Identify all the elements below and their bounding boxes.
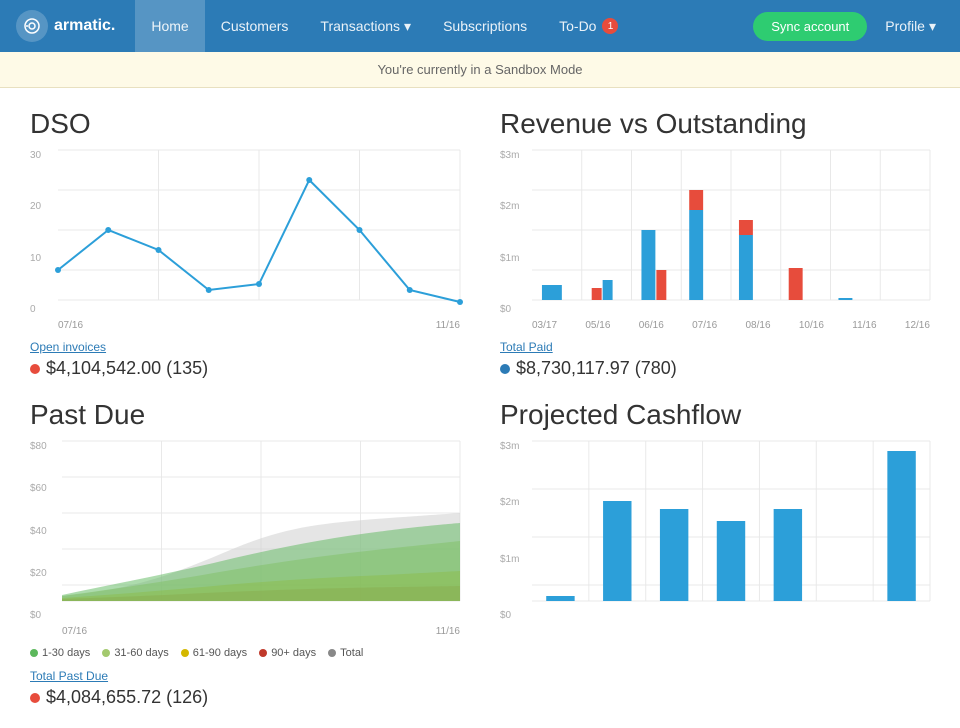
- legend-90plus: 90+ days: [259, 647, 316, 659]
- legend-dot-61-90: [181, 649, 189, 657]
- past-due-x-labels: 07/16 11/16: [62, 626, 460, 637]
- logo-icon: [16, 10, 48, 42]
- past-due-legend: 1-30 days 31-60 days 61-90 days 90+ days…: [30, 647, 460, 659]
- nav-subscriptions[interactable]: Subscriptions: [427, 0, 543, 52]
- legend-dot-1-30: [30, 649, 38, 657]
- revenue-chart: $3m $2m $1m $0: [500, 150, 930, 330]
- legend-61-90: 61-90 days: [181, 647, 247, 659]
- nav-todo[interactable]: To-Do 1: [543, 0, 634, 52]
- legend-dot-total: [328, 649, 336, 657]
- legend-dot-90plus: [259, 649, 267, 657]
- dashboard-grid: DSO 30 20 10 0: [30, 108, 930, 708]
- total-paid-value: $8,730,117.97 (780): [500, 358, 930, 379]
- nav-transactions[interactable]: Transactions ▾: [304, 0, 427, 52]
- cashflow-section: Projected Cashflow $3m $2m $1m $0: [500, 399, 930, 708]
- profile-menu[interactable]: Profile ▾: [877, 18, 944, 35]
- total-paid-dot: [500, 364, 510, 374]
- dso-y-labels: 30 20 10 0: [30, 150, 45, 330]
- past-due-title: Past Due: [30, 399, 460, 431]
- past-due-section: Past Due $80 $60 $40 $20 $0: [30, 399, 460, 708]
- past-due-svg: [62, 441, 460, 621]
- nav-home[interactable]: Home: [135, 0, 204, 52]
- revenue-x-labels: 03/17 05/16 06/16 07/16 08/16 10/16 11/1…: [532, 320, 930, 331]
- legend-total: Total: [328, 647, 363, 659]
- todo-badge: 1: [602, 18, 618, 34]
- total-paid-label[interactable]: Total Paid: [500, 340, 930, 354]
- main-content: DSO 30 20 10 0: [0, 88, 960, 728]
- past-due-y-labels: $80 $60 $40 $20 $0: [30, 441, 51, 641]
- total-past-due-dot: [30, 693, 40, 703]
- chevron-down-icon: ▾: [404, 18, 411, 35]
- cashflow-svg: [532, 441, 930, 621]
- dso-section: DSO 30 20 10 0: [30, 108, 460, 379]
- revenue-section: Revenue vs Outstanding $3m $2m $1m $0: [500, 108, 930, 379]
- revenue-y-labels: $3m $2m $1m $0: [500, 150, 523, 330]
- dso-title: DSO: [30, 108, 460, 140]
- cashflow-chart: $3m $2m $1m $0: [500, 441, 930, 641]
- past-due-chart: $80 $60 $40 $20 $0: [30, 441, 460, 641]
- legend-dot-31-60: [102, 649, 110, 657]
- sync-button[interactable]: Sync account: [753, 12, 867, 41]
- cashflow-y-labels: $3m $2m $1m $0: [500, 441, 523, 641]
- sandbox-banner: You're currently in a Sandbox Mode: [0, 52, 960, 88]
- legend-1-30: 1-30 days: [30, 647, 90, 659]
- dso-svg: [58, 150, 460, 315]
- navbar: armatic. Home Customers Transactions ▾ S…: [0, 0, 960, 52]
- open-invoices-label[interactable]: Open invoices: [30, 340, 460, 354]
- chevron-down-icon: ▾: [929, 18, 936, 35]
- total-past-due-value: $4,084,655.72 (126): [30, 687, 460, 708]
- nav-items: Home Customers Transactions ▾ Subscripti…: [135, 0, 634, 52]
- profile-label: Profile: [885, 18, 925, 34]
- dso-x-labels: 07/16 11/16: [58, 320, 460, 331]
- dso-chart: 30 20 10 0: [30, 150, 460, 330]
- logo[interactable]: armatic.: [16, 10, 115, 42]
- total-past-due-label[interactable]: Total Past Due: [30, 669, 460, 683]
- nav-customers[interactable]: Customers: [205, 0, 305, 52]
- legend-31-60: 31-60 days: [102, 647, 168, 659]
- open-invoices-value: $4,104,542.00 (135): [30, 358, 460, 379]
- logo-text: armatic.: [54, 17, 115, 35]
- open-invoices-dot: [30, 364, 40, 374]
- cashflow-title: Projected Cashflow: [500, 399, 930, 431]
- revenue-title: Revenue vs Outstanding: [500, 108, 930, 140]
- revenue-svg: [532, 150, 930, 315]
